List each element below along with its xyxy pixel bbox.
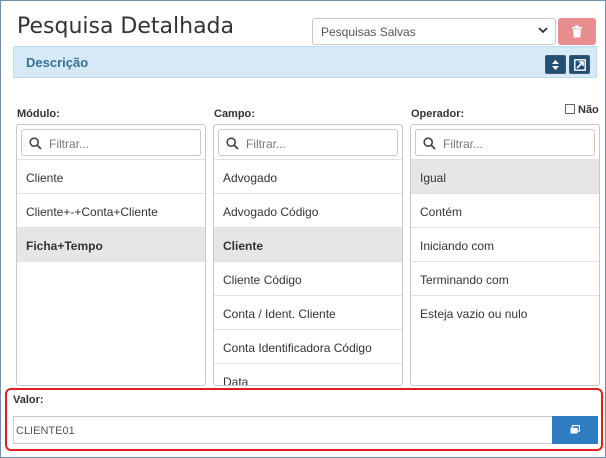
- campo-item-advogado[interactable]: Advogado: [214, 160, 402, 194]
- chevron-down-icon: [538, 27, 548, 34]
- nao-checkbox-box[interactable]: [565, 104, 575, 114]
- description-bar[interactable]: Descrição: [13, 46, 597, 78]
- campo-item-conta-ident-cliente[interactable]: Conta / Ident. Cliente: [214, 296, 402, 330]
- operador-item-contem[interactable]: Contém: [411, 194, 599, 228]
- valor-input[interactable]: CLIENTE01: [13, 416, 553, 444]
- page-title: Pesquisa Detalhada: [17, 14, 235, 39]
- operador-item-iniciando-com[interactable]: Iniciando com: [411, 228, 599, 262]
- modulo-filter-placeholder: Filtrar...: [49, 137, 90, 151]
- campo-item-cliente-codigo[interactable]: Cliente Código: [214, 262, 402, 296]
- search-icon: [423, 137, 436, 150]
- modulo-item-ficha-tempo[interactable]: Ficha+Tempo: [17, 228, 205, 262]
- nao-checkbox[interactable]: Não: [565, 104, 599, 116]
- campo-item-advogado-codigo[interactable]: Advogado Código: [214, 194, 402, 228]
- campo-item-data[interactable]: Data: [214, 364, 402, 385]
- saved-searches-select[interactable]: Pesquisas Salvas: [312, 18, 556, 45]
- sort-icon: [552, 60, 559, 70]
- delete-saved-search-button[interactable]: [558, 18, 596, 45]
- modulo-item-cliente[interactable]: Cliente: [17, 160, 205, 194]
- modulo-listbox[interactable]: Filtrar... Cliente Cliente+-+Conta+Clien…: [16, 124, 206, 386]
- modulo-label: Módulo:: [17, 108, 60, 120]
- operador-item-terminando-com[interactable]: Terminando com: [411, 262, 599, 296]
- valor-action-button[interactable]: [552, 416, 598, 444]
- external-link-icon: [574, 59, 586, 71]
- campo-filter-input[interactable]: Filtrar...: [218, 129, 398, 156]
- operador-filter-input[interactable]: Filtrar...: [415, 129, 595, 156]
- campo-filter-placeholder: Filtrar...: [246, 137, 287, 151]
- operador-listbox[interactable]: Filtrar... Igual Contém Iniciando com Te…: [410, 124, 600, 386]
- expand-edit-button[interactable]: [569, 55, 590, 74]
- campo-listbox[interactable]: Filtrar... Advogado Advogado Código Clie…: [213, 124, 403, 386]
- description-label: Descrição: [26, 55, 89, 70]
- operador-label: Operador:: [411, 108, 465, 120]
- campo-label: Campo:: [214, 108, 255, 120]
- nao-checkbox-label: Não: [578, 104, 599, 116]
- saved-searches-value: Pesquisas Salvas: [321, 25, 416, 39]
- sort-button[interactable]: [545, 55, 566, 74]
- valor-label: Valor:: [13, 394, 44, 406]
- operador-filter-placeholder: Filtrar...: [443, 137, 484, 151]
- operador-item-esteja-vazio-ou-nulo[interactable]: Esteja vazio ou nulo: [411, 296, 599, 330]
- campo-item-cliente[interactable]: Cliente: [214, 228, 402, 262]
- trash-icon: [572, 25, 582, 38]
- campo-item-conta-identificadora-codigo[interactable]: Conta Identificadora Código: [214, 330, 402, 364]
- modulo-item-cliente-conta-cliente[interactable]: Cliente+-+Conta+Cliente: [17, 194, 205, 228]
- operador-item-igual[interactable]: Igual: [411, 160, 599, 194]
- search-icon: [29, 137, 42, 150]
- window-restore-icon: [570, 425, 580, 434]
- modulo-filter-input[interactable]: Filtrar...: [21, 129, 201, 156]
- search-icon: [226, 137, 239, 150]
